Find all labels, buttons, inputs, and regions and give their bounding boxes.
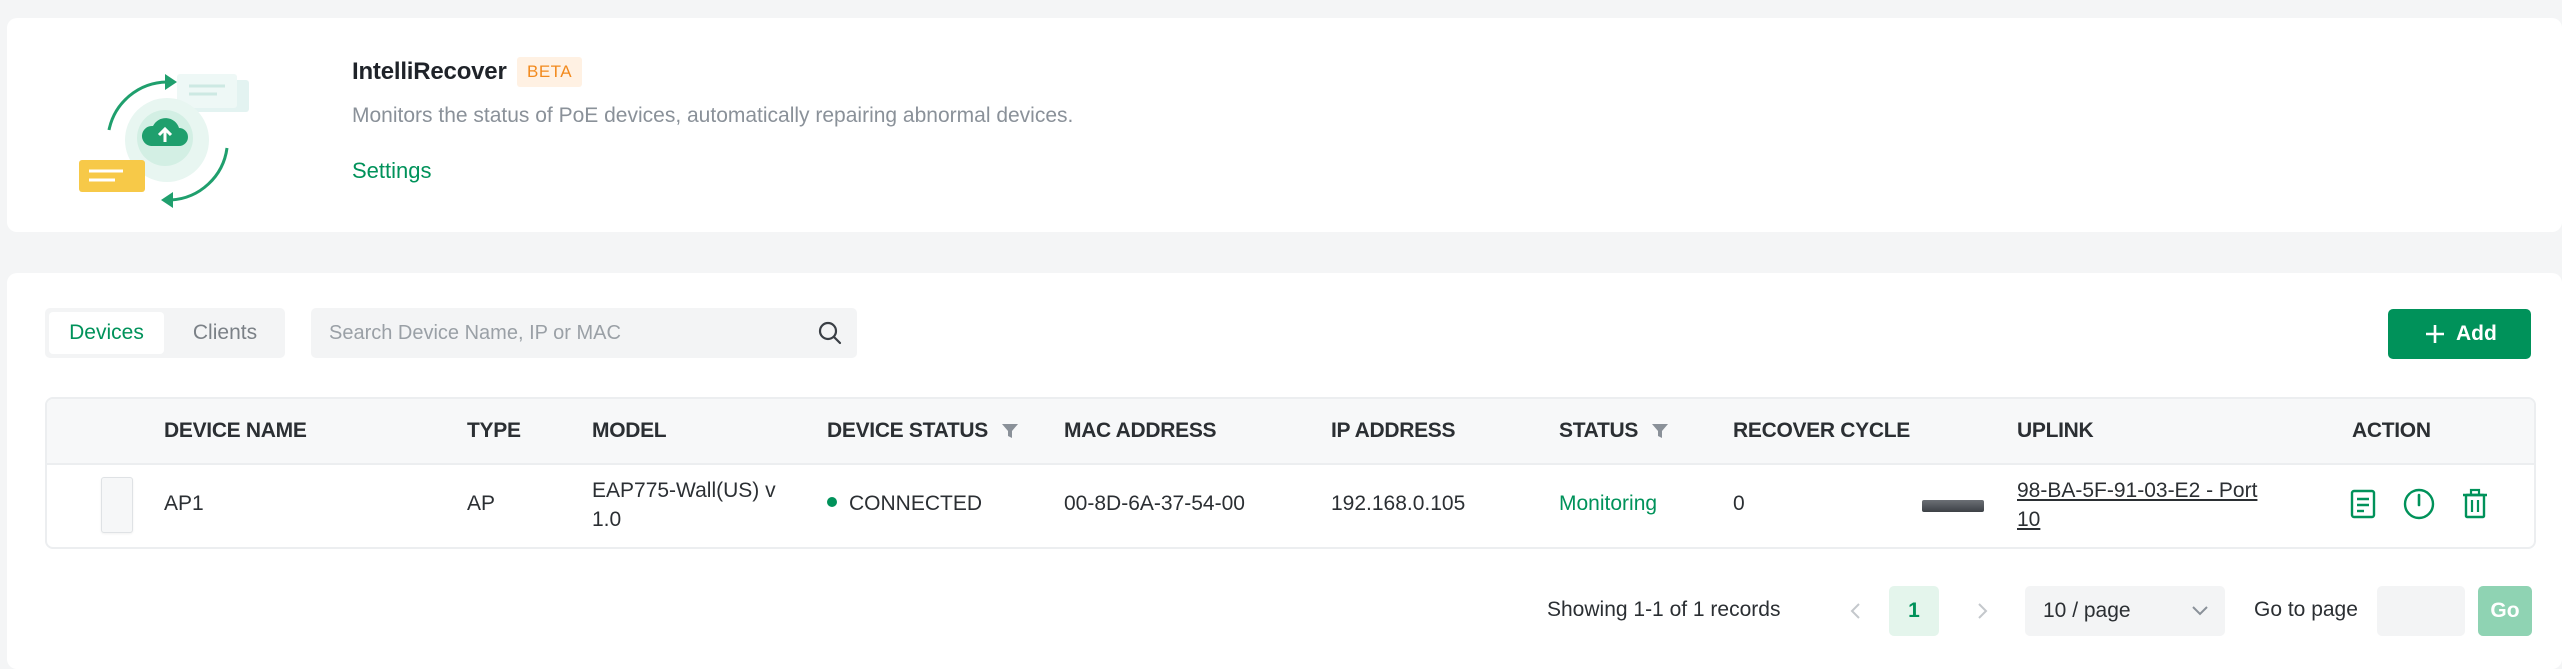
plus-icon: [2426, 325, 2444, 343]
connected-status-dot: [827, 497, 837, 508]
search-input[interactable]: [311, 308, 809, 358]
col-action: ACTION: [2352, 419, 2431, 442]
goto-page-input[interactable]: [2377, 586, 2465, 636]
uplink-link-line1[interactable]: 98-BA-5F-91-03-E2 - Port: [2017, 476, 2257, 505]
page-button-current[interactable]: 1: [1889, 586, 1939, 636]
page-title: IntelliRecover: [352, 58, 507, 85]
col-status-label: STATUS: [1559, 419, 1639, 442]
beta-badge: BETA: [517, 57, 583, 87]
device-type: AP: [467, 492, 496, 515]
go-button[interactable]: Go: [2478, 586, 2532, 636]
devices-table: DEVICE NAME TYPE MODEL DEVICE STATUS MAC…: [45, 397, 2536, 549]
mac-address: 00-8D-6A-37-54-00: [1064, 492, 1245, 515]
chevron-left-icon[interactable]: [1841, 591, 1871, 631]
device-status-text: CONNECTED: [849, 492, 983, 515]
col-type: TYPE: [467, 419, 521, 442]
power-icon[interactable]: [2401, 486, 2437, 522]
recover-cycle: 0: [1733, 492, 1745, 515]
add-button[interactable]: Add: [2388, 309, 2531, 359]
tab-clients[interactable]: Clients: [169, 312, 281, 354]
view-tabs: Devices Clients: [45, 308, 285, 358]
cloud-recover-illustration: [79, 74, 249, 208]
log-icon[interactable]: [2345, 486, 2381, 522]
col-device-status-label: DEVICE STATUS: [827, 419, 989, 442]
recover-status: Monitoring: [1559, 492, 1658, 515]
device-model-line2: 1.0: [592, 508, 622, 531]
page-description: Monitors the status of PoE devices, auto…: [352, 104, 1074, 127]
device-thumbnail: [101, 477, 133, 533]
uplink-link-line2[interactable]: 10: [2017, 505, 2257, 534]
table-row[interactable]: AP1 AP EAP775-Wall(US) v 1.0 CONNECTED 0…: [47, 465, 2534, 547]
settings-link[interactable]: Settings: [352, 158, 432, 184]
page-size-select[interactable]: 10 / page: [2025, 586, 2225, 636]
col-ip-address: IP ADDRESS: [1331, 419, 1456, 442]
device-status: CONNECTED: [827, 492, 982, 516]
col-uplink: UPLINK: [2017, 419, 2094, 442]
pagination-summary: Showing 1-1 of 1 records: [1547, 598, 1781, 621]
uplink-link[interactable]: 98-BA-5F-91-03-E2 - Port 10: [2017, 476, 2257, 534]
device-model-line1: EAP775-Wall(US) v: [592, 479, 776, 502]
ip-address: 192.168.0.105: [1331, 492, 1466, 515]
filter-icon[interactable]: [1651, 424, 1668, 439]
col-model: MODEL: [592, 419, 667, 442]
filter-icon[interactable]: [1001, 424, 1018, 439]
device-name: AP1: [164, 492, 204, 515]
trash-icon[interactable]: [2457, 486, 2493, 522]
col-device-status: DEVICE STATUS: [827, 399, 1018, 463]
table-header: DEVICE NAME TYPE MODEL DEVICE STATUS MAC…: [47, 399, 2534, 465]
page-size-value: 10 / page: [2043, 599, 2131, 622]
devices-panel: Devices Clients Add DEVICE NAME TYPE MOD…: [7, 273, 2562, 669]
tab-devices[interactable]: Devices: [49, 312, 164, 354]
col-mac-address: MAC ADDRESS: [1064, 419, 1217, 442]
search-box: [311, 308, 857, 358]
add-button-label: Add: [2456, 322, 2497, 345]
device-model: EAP775-Wall(US) v 1.0: [592, 476, 776, 534]
chevron-right-icon[interactable]: [1967, 591, 1997, 631]
switch-thumbnail: [1922, 500, 1984, 512]
chevron-down-icon: [2192, 606, 2208, 616]
search-icon[interactable]: [817, 320, 843, 346]
col-status: STATUS: [1559, 399, 1668, 463]
col-device-name: DEVICE NAME: [164, 419, 307, 442]
col-recover-cycle: RECOVER CYCLE: [1733, 419, 1910, 442]
goto-page-label: Go to page: [2254, 598, 2358, 621]
intellirecover-header-card: IntelliRecover BETA Monitors the status …: [7, 18, 2562, 232]
